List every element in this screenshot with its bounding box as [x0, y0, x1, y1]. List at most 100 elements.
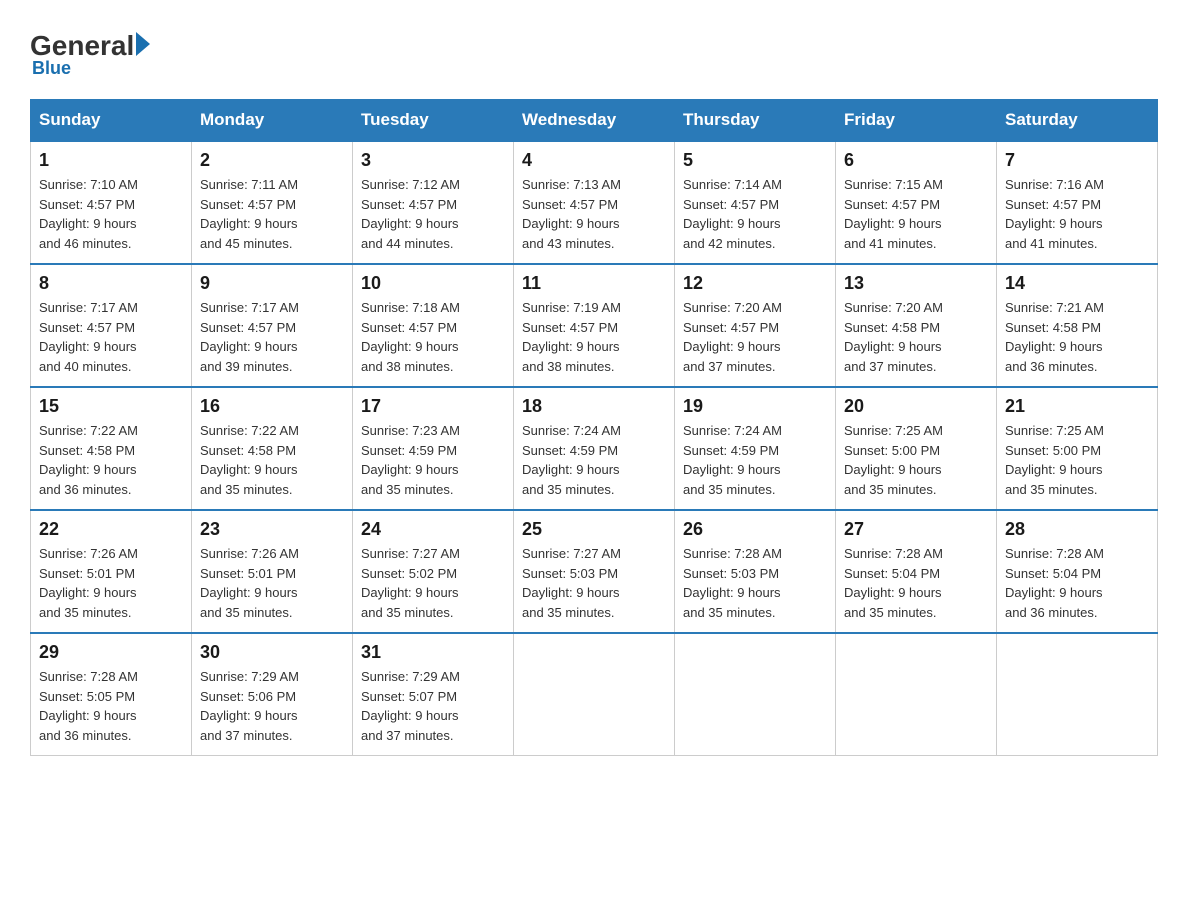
- day-info: Sunrise: 7:28 AMSunset: 5:05 PMDaylight:…: [39, 667, 183, 745]
- day-info: Sunrise: 7:20 AMSunset: 4:57 PMDaylight:…: [683, 298, 827, 376]
- col-header-thursday: Thursday: [675, 100, 836, 142]
- day-number: 23: [200, 519, 344, 540]
- day-number: 25: [522, 519, 666, 540]
- calendar-cell: 26 Sunrise: 7:28 AMSunset: 5:03 PMDayligh…: [675, 510, 836, 633]
- day-number: 27: [844, 519, 988, 540]
- calendar-cell: 21 Sunrise: 7:25 AMSunset: 5:00 PMDayligh…: [997, 387, 1158, 510]
- calendar-cell: 9Sunrise: 7:17 AMSunset: 4:57 PMDaylight…: [192, 264, 353, 387]
- col-header-friday: Friday: [836, 100, 997, 142]
- calendar-cell: 5 Sunrise: 7:14 AMSunset: 4:57 PMDaylight…: [675, 141, 836, 264]
- day-number: 8: [39, 273, 183, 294]
- day-number: 13: [844, 273, 988, 294]
- day-info: Sunrise: 7:16 AMSunset: 4:57 PMDaylight:…: [1005, 175, 1149, 253]
- day-info: Sunrise: 7:12 AMSunset: 4:57 PMDaylight:…: [361, 175, 505, 253]
- calendar-cell: 11Sunrise: 7:19 AMSunset: 4:57 PMDayligh…: [514, 264, 675, 387]
- page-header: General Blue: [30, 30, 1158, 79]
- day-number: 26: [683, 519, 827, 540]
- logo-arrow-icon: [136, 32, 150, 56]
- calendar-cell: 22 Sunrise: 7:26 AMSunset: 5:01 PMDayligh…: [31, 510, 192, 633]
- day-number: 6: [844, 150, 988, 171]
- day-number: 31: [361, 642, 505, 663]
- day-info: Sunrise: 7:17 AMSunset: 4:57 PMDaylight:…: [200, 298, 344, 376]
- calendar-cell: 2Sunrise: 7:11 AMSunset: 4:57 PMDaylight…: [192, 141, 353, 264]
- day-number: 12: [683, 273, 827, 294]
- day-info: Sunrise: 7:18 AMSunset: 4:57 PMDaylight:…: [361, 298, 505, 376]
- calendar-cell: 20Sunrise: 7:25 AMSunset: 5:00 PMDayligh…: [836, 387, 997, 510]
- col-header-tuesday: Tuesday: [353, 100, 514, 142]
- day-number: 18: [522, 396, 666, 417]
- day-info: Sunrise: 7:21 AMSunset: 4:58 PMDaylight:…: [1005, 298, 1149, 376]
- calendar-week-4: 22 Sunrise: 7:26 AMSunset: 5:01 PMDayligh…: [31, 510, 1158, 633]
- day-info: Sunrise: 7:15 AMSunset: 4:57 PMDaylight:…: [844, 175, 988, 253]
- day-number: 19: [683, 396, 827, 417]
- col-header-monday: Monday: [192, 100, 353, 142]
- logo-blue-text: Blue: [32, 58, 71, 79]
- calendar-header-row: SundayMondayTuesdayWednesdayThursdayFrid…: [31, 100, 1158, 142]
- calendar-cell: 27 Sunrise: 7:28 AMSunset: 5:04 PMDayligh…: [836, 510, 997, 633]
- calendar-cell: 8 Sunrise: 7:17 AMSunset: 4:57 PMDaylight…: [31, 264, 192, 387]
- day-number: 4: [522, 150, 666, 171]
- day-info: Sunrise: 7:20 AMSunset: 4:58 PMDaylight:…: [844, 298, 988, 376]
- calendar-cell: 13 Sunrise: 7:20 AMSunset: 4:58 PMDayligh…: [836, 264, 997, 387]
- logo-area: General Blue: [30, 30, 150, 79]
- day-info: Sunrise: 7:26 AMSunset: 5:01 PMDaylight:…: [39, 544, 183, 622]
- calendar-week-3: 15 Sunrise: 7:22 AMSunset: 4:58 PMDayligh…: [31, 387, 1158, 510]
- day-info: Sunrise: 7:29 AMSunset: 5:06 PMDaylight:…: [200, 667, 344, 745]
- day-number: 28: [1005, 519, 1149, 540]
- calendar-cell: [836, 633, 997, 756]
- day-info: Sunrise: 7:25 AMSunset: 5:00 PMDaylight:…: [1005, 421, 1149, 499]
- day-number: 24: [361, 519, 505, 540]
- calendar-cell: 16 Sunrise: 7:22 AMSunset: 4:58 PMDayligh…: [192, 387, 353, 510]
- day-info: Sunrise: 7:14 AMSunset: 4:57 PMDaylight:…: [683, 175, 827, 253]
- day-info: Sunrise: 7:24 AMSunset: 4:59 PMDaylight:…: [522, 421, 666, 499]
- day-info: Sunrise: 7:11 AMSunset: 4:57 PMDaylight:…: [200, 175, 344, 253]
- day-number: 11: [522, 273, 666, 294]
- day-number: 1: [39, 150, 183, 171]
- day-number: 5: [683, 150, 827, 171]
- day-info: Sunrise: 7:22 AMSunset: 4:58 PMDaylight:…: [200, 421, 344, 499]
- calendar-cell: 18 Sunrise: 7:24 AMSunset: 4:59 PMDayligh…: [514, 387, 675, 510]
- day-info: Sunrise: 7:26 AMSunset: 5:01 PMDaylight:…: [200, 544, 344, 622]
- day-number: 21: [1005, 396, 1149, 417]
- col-header-saturday: Saturday: [997, 100, 1158, 142]
- col-header-sunday: Sunday: [31, 100, 192, 142]
- day-info: Sunrise: 7:23 AMSunset: 4:59 PMDaylight:…: [361, 421, 505, 499]
- calendar-cell: 25 Sunrise: 7:27 AMSunset: 5:03 PMDayligh…: [514, 510, 675, 633]
- day-info: Sunrise: 7:24 AMSunset: 4:59 PMDaylight:…: [683, 421, 827, 499]
- calendar-cell: 4 Sunrise: 7:13 AMSunset: 4:57 PMDaylight…: [514, 141, 675, 264]
- day-info: Sunrise: 7:25 AMSunset: 5:00 PMDaylight:…: [844, 421, 988, 499]
- calendar-table: SundayMondayTuesdayWednesdayThursdayFrid…: [30, 99, 1158, 756]
- day-number: 29: [39, 642, 183, 663]
- calendar-cell: [675, 633, 836, 756]
- calendar-cell: 12 Sunrise: 7:20 AMSunset: 4:57 PMDayligh…: [675, 264, 836, 387]
- day-info: Sunrise: 7:10 AMSunset: 4:57 PMDaylight:…: [39, 175, 183, 253]
- calendar-cell: 3Sunrise: 7:12 AMSunset: 4:57 PMDaylight…: [353, 141, 514, 264]
- day-number: 17: [361, 396, 505, 417]
- day-number: 16: [200, 396, 344, 417]
- day-info: Sunrise: 7:17 AMSunset: 4:57 PMDaylight:…: [39, 298, 183, 376]
- calendar-cell: [997, 633, 1158, 756]
- calendar-cell: 14Sunrise: 7:21 AMSunset: 4:58 PMDayligh…: [997, 264, 1158, 387]
- day-number: 10: [361, 273, 505, 294]
- day-info: Sunrise: 7:28 AMSunset: 5:04 PMDaylight:…: [1005, 544, 1149, 622]
- day-number: 7: [1005, 150, 1149, 171]
- calendar-week-5: 29 Sunrise: 7:28 AMSunset: 5:05 PMDayligh…: [31, 633, 1158, 756]
- day-number: 22: [39, 519, 183, 540]
- calendar-cell: 6 Sunrise: 7:15 AMSunset: 4:57 PMDaylight…: [836, 141, 997, 264]
- day-info: Sunrise: 7:27 AMSunset: 5:03 PMDaylight:…: [522, 544, 666, 622]
- calendar-cell: 30Sunrise: 7:29 AMSunset: 5:06 PMDayligh…: [192, 633, 353, 756]
- calendar-cell: [514, 633, 675, 756]
- calendar-cell: 7 Sunrise: 7:16 AMSunset: 4:57 PMDaylight…: [997, 141, 1158, 264]
- calendar-cell: 1 Sunrise: 7:10 AMSunset: 4:57 PMDaylight…: [31, 141, 192, 264]
- day-info: Sunrise: 7:28 AMSunset: 5:04 PMDaylight:…: [844, 544, 988, 622]
- calendar-cell: 28 Sunrise: 7:28 AMSunset: 5:04 PMDayligh…: [997, 510, 1158, 633]
- calendar-cell: 24Sunrise: 7:27 AMSunset: 5:02 PMDayligh…: [353, 510, 514, 633]
- calendar-cell: 19 Sunrise: 7:24 AMSunset: 4:59 PMDayligh…: [675, 387, 836, 510]
- calendar-cell: 31Sunrise: 7:29 AMSunset: 5:07 PMDayligh…: [353, 633, 514, 756]
- day-info: Sunrise: 7:28 AMSunset: 5:03 PMDaylight:…: [683, 544, 827, 622]
- calendar-week-1: 1 Sunrise: 7:10 AMSunset: 4:57 PMDaylight…: [31, 141, 1158, 264]
- calendar-week-2: 8 Sunrise: 7:17 AMSunset: 4:57 PMDaylight…: [31, 264, 1158, 387]
- day-number: 15: [39, 396, 183, 417]
- day-info: Sunrise: 7:13 AMSunset: 4:57 PMDaylight:…: [522, 175, 666, 253]
- calendar-cell: 17 Sunrise: 7:23 AMSunset: 4:59 PMDayligh…: [353, 387, 514, 510]
